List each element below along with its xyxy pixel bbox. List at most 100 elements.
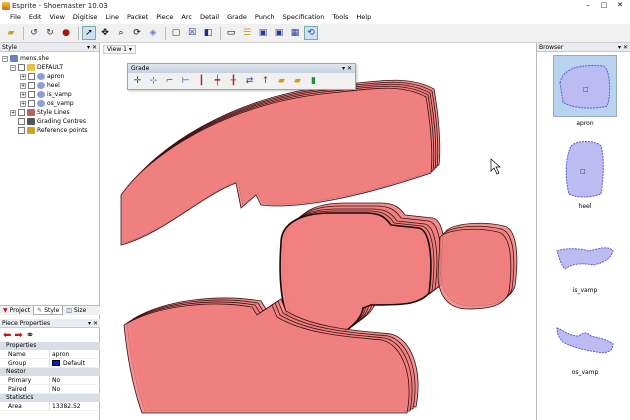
menu-arc[interactable]: Arc: [177, 11, 196, 24]
eraser-icon[interactable]: ◈: [146, 26, 160, 40]
binoculars-icon[interactable]: ⚭: [26, 330, 34, 341]
forward-arrow-icon[interactable]: ➡: [14, 330, 22, 341]
vamp-piece-grades[interactable]: [123, 297, 419, 414]
browser-item-is-vamp[interactable]: is_vamp: [545, 223, 625, 294]
cross-box-icon[interactable]: ☒: [185, 26, 199, 40]
menu-punch[interactable]: Punch: [251, 11, 279, 24]
tab-size[interactable]: ◫ Size: [63, 306, 89, 315]
grade-vertical-icon[interactable]: ┃: [195, 75, 208, 88]
visibility-checkbox[interactable]: [18, 64, 25, 71]
expand-icon[interactable]: +: [20, 82, 26, 89]
menu-piece[interactable]: Piece: [152, 11, 177, 24]
menu-file[interactable]: File: [6, 11, 25, 24]
tab-style[interactable]: ✎ Style: [33, 306, 64, 315]
select-arrow-icon[interactable]: ➚: [82, 26, 96, 40]
redo-icon[interactable]: ↻: [43, 26, 57, 40]
pane-close-icon[interactable]: ▾ ✕: [88, 319, 98, 328]
tree-row-os-vamp[interactable]: + os_vamp: [0, 99, 99, 108]
tree-row-apron[interactable]: + apron: [0, 72, 99, 81]
prop-value[interactable]: No: [50, 385, 60, 393]
grade-corner-icon[interactable]: ⌐: [163, 75, 176, 88]
grade-folder-alt-icon[interactable]: ▰: [291, 75, 304, 88]
grade-folder-icon[interactable]: ▰: [275, 75, 288, 88]
section-nestor[interactable]: Nestor: [0, 368, 100, 376]
grade-apply-icon[interactable]: ▮: [307, 75, 320, 88]
expand-icon[interactable]: +: [20, 73, 26, 80]
browser-item-os-vamp[interactable]: os_vamp: [545, 305, 625, 376]
visibility-checkbox[interactable]: [28, 100, 35, 107]
stop-icon[interactable]: ●: [59, 26, 73, 40]
pieces-alt-icon[interactable]: ▣: [272, 26, 286, 40]
menu-packet[interactable]: Packet: [123, 11, 152, 24]
zoom-icon[interactable]: ⌕: [114, 26, 128, 40]
collapse-icon[interactable]: −: [10, 64, 16, 71]
visibility-checkbox[interactable]: [18, 118, 25, 125]
menu-detail[interactable]: Detail: [196, 11, 223, 24]
tree-row-heel[interactable]: + heel: [0, 81, 99, 90]
pane-close-icon[interactable]: ▾ ✕: [618, 43, 628, 52]
heel-piece-grades[interactable]: [279, 202, 446, 341]
browser-item-apron[interactable]: □ apron: [545, 55, 625, 127]
menu-view[interactable]: View: [45, 11, 68, 24]
expand-icon[interactable]: +: [20, 91, 26, 98]
browser-pane: Browser ▾ ✕ □ apron □ heel is_vamp os_va…: [536, 43, 630, 420]
minimize-button[interactable]: –: [580, 0, 596, 10]
prop-value[interactable]: apron: [50, 350, 69, 358]
tree-row-default[interactable]: − DEFAULT: [0, 63, 99, 72]
menu-edit[interactable]: Edit: [25, 11, 46, 24]
section-properties[interactable]: Properties: [0, 342, 100, 350]
pane-close-icon[interactable]: ▾ ✕: [87, 43, 97, 52]
tree-row-grading-centres[interactable]: Grading Centres: [0, 117, 99, 126]
rotate-icon[interactable]: ⟳: [130, 26, 144, 40]
tree-row-is-vamp[interactable]: + is_vamp: [0, 90, 99, 99]
prop-value[interactable]: No: [50, 376, 60, 384]
grade-mark-icon[interactable]: ╂: [227, 75, 240, 88]
back-arrow-icon[interactable]: ⬅: [3, 330, 11, 341]
pane-tabs: ▼ Project ✎ Style ◫ Size: [0, 305, 100, 315]
undo-icon[interactable]: ↺: [27, 26, 41, 40]
visibility-checkbox[interactable]: [18, 109, 25, 116]
menu-specification[interactable]: Specification: [279, 11, 329, 24]
grade-split-icon[interactable]: ┿: [211, 75, 224, 88]
close-button[interactable]: ✕: [612, 0, 628, 10]
tab-project[interactable]: ▼ Project: [0, 306, 33, 315]
tree-row-mens-she[interactable]: − mens.she: [0, 54, 99, 63]
maximize-button[interactable]: □: [596, 0, 612, 10]
browser-item-heel[interactable]: □ heel: [545, 138, 625, 210]
grade-view-icon[interactable]: ▦: [288, 26, 302, 40]
grade-corner-alt-icon[interactable]: ⊢: [179, 75, 192, 88]
grade-up-icon[interactable]: ↑: [259, 75, 272, 88]
grade-toolbar-close-icon[interactable]: ▾ ✕: [342, 64, 352, 73]
expand-icon[interactable]: +: [10, 109, 16, 116]
layers-icon[interactable]: ☰: [240, 26, 254, 40]
grade-add-icon[interactable]: ✛: [131, 75, 144, 88]
menu-line[interactable]: Line: [101, 11, 123, 24]
menu-help[interactable]: Help: [352, 11, 375, 24]
visibility-checkbox[interactable]: [18, 127, 25, 134]
menu-digitise[interactable]: Digitise: [69, 11, 101, 24]
visibility-checkbox[interactable]: [28, 73, 35, 80]
drawing-canvas[interactable]: View 1 ▾ Grade ▾ ✕ ✛ ⊹ ⌐ ⊢ ┃ ┿ ╂ ⇄ ↑ ▰ ▰…: [101, 43, 536, 420]
small-piece-grades[interactable]: [437, 222, 518, 310]
pattern-drawing[interactable]: [101, 43, 536, 420]
tree-row-reference-points[interactable]: Reference points: [0, 126, 99, 135]
collapse-icon[interactable]: −: [2, 55, 8, 62]
grade-toolbar-header[interactable]: Grade ▾ ✕: [128, 64, 355, 73]
grade-shift-icon[interactable]: ⇄: [243, 75, 256, 88]
menu-grade[interactable]: Grade: [223, 11, 251, 24]
visibility-checkbox[interactable]: [28, 82, 35, 89]
rectangle-icon[interactable]: ▢: [169, 26, 183, 40]
open-folder-icon[interactable]: ▰: [4, 26, 18, 40]
grade-toggle-icon[interactable]: ⟲: [304, 26, 318, 40]
tree-row-style-lines[interactable]: + Style Lines: [0, 108, 99, 117]
pan-icon[interactable]: ✥: [98, 26, 112, 40]
section-statistics[interactable]: Statistics: [0, 394, 100, 402]
visibility-checkbox[interactable]: [28, 91, 35, 98]
mirror-icon[interactable]: ◧: [201, 26, 215, 40]
menu-tools[interactable]: Tools: [328, 11, 352, 24]
view-selector[interactable]: View 1 ▾: [103, 45, 136, 54]
pieces-icon[interactable]: ▣: [256, 26, 270, 40]
grade-add-all-icon[interactable]: ⊹: [147, 75, 160, 88]
new-page-icon[interactable]: ▭: [224, 26, 238, 40]
expand-icon[interactable]: +: [20, 100, 26, 107]
